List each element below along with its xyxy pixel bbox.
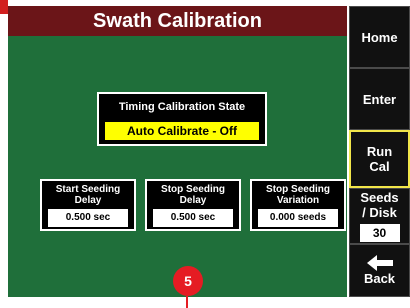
start-seeding-delay-label: Start Seeding Delay [55,184,121,206]
stop-seeding-delay-value: 0.500 sec [153,209,233,227]
start-seeding-delay-box[interactable]: Start Seeding Delay 0.500 sec [40,179,136,231]
timing-calibration-value: Auto Calibrate - Off [105,122,259,140]
seeds-per-disk-button[interactable]: Seeds / Disk 30 [349,188,410,244]
corner-marker [0,0,8,14]
enter-button[interactable]: Enter [349,68,410,130]
stop-seeding-variation-value: 0.000 seeds [258,209,338,227]
callout-marker: 5 [173,266,203,296]
swath-calibration-screen: Swath Calibration Timing Calibration Sta… [0,0,410,308]
main-panel [8,36,347,297]
callout-line [186,296,188,308]
sidebar: Home Enter Run Cal Seeds / Disk 30 Back [349,6,410,297]
seeds-per-disk-value: 30 [359,224,400,242]
page-title: Swath Calibration [8,6,347,36]
stop-seeding-delay-box[interactable]: Stop Seeding Delay 0.500 sec [145,179,241,231]
stop-seeding-variation-label: Stop Seeding Variation [266,184,330,206]
timing-calibration-state-box[interactable]: Timing Calibration State Auto Calibrate … [97,92,267,146]
back-button[interactable]: Back [349,244,410,297]
back-arrow-icon [366,255,393,271]
stop-seeding-variation-box[interactable]: Stop Seeding Variation 0.000 seeds [250,179,346,231]
start-seeding-delay-value: 0.500 sec [48,209,128,227]
stop-seeding-delay-label: Stop Seeding Delay [161,184,225,206]
home-button[interactable]: Home [349,6,410,68]
run-cal-button[interactable]: Run Cal [349,130,410,188]
timing-calibration-label: Timing Calibration State [118,101,246,113]
